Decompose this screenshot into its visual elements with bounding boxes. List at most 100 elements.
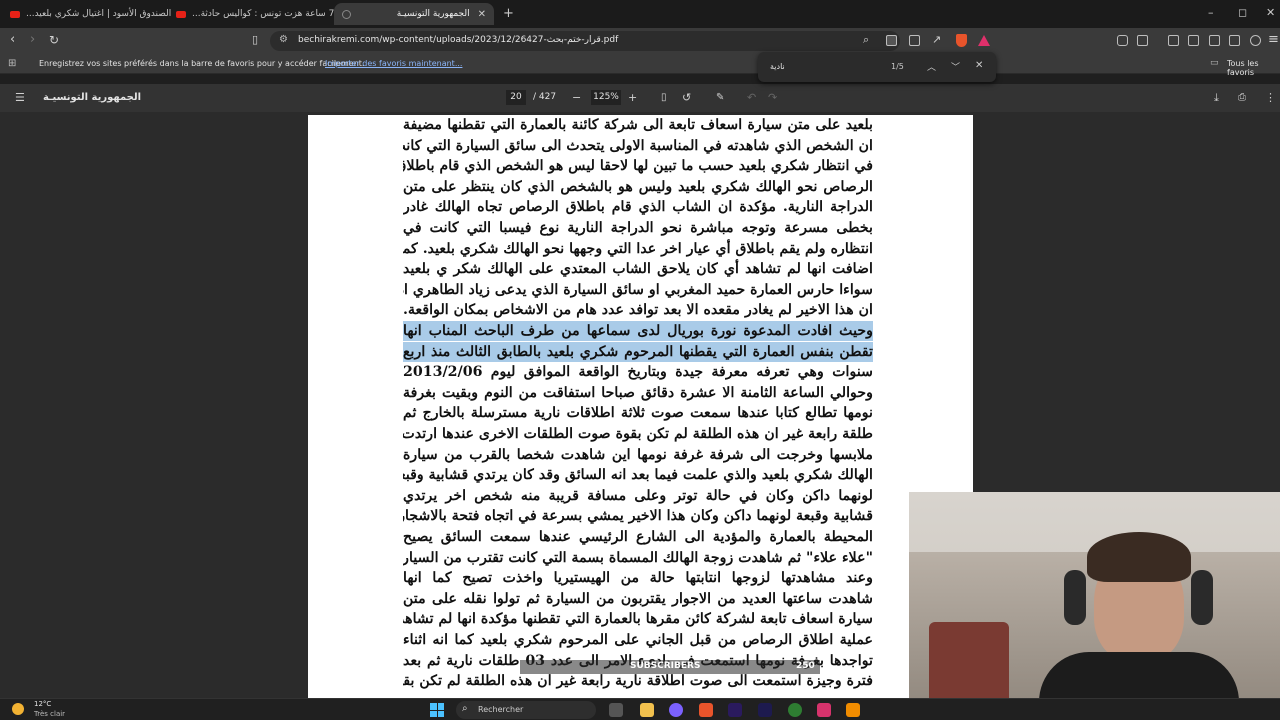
page-icon[interactable] [909, 35, 920, 46]
find-result-count: 1/5 [891, 62, 904, 71]
zoom-in-icon[interactable]: + [628, 91, 637, 105]
webcam-overlay [909, 492, 1280, 720]
apps-grid-icon[interactable]: ⊞ [8, 58, 16, 69]
pdf-text-line: "علاء علاء" ثم شاهدت زوجة الهالك المسماة… [403, 549, 873, 566]
zoom-input[interactable]: 125% [591, 90, 621, 105]
reload-icon[interactable]: ↻ [49, 33, 59, 47]
pdf-text-line: سنوات وهي تعرفه معرفة جيدة وبتاريخ الواق… [403, 364, 873, 381]
hair-shape [1087, 532, 1191, 582]
new-tab-button[interactable]: + [503, 6, 514, 21]
close-window-button[interactable]: ✕ [1266, 6, 1275, 19]
premiere-icon[interactable] [728, 703, 742, 717]
pdf-text-line: فترة وجيزة استمعت الى صوت اطلاقة نارية ر… [403, 673, 873, 690]
zoom-icon[interactable]: ⌕ [863, 33, 869, 47]
pdf-text-line: شاهدت ساعتها العديد من الاجوار يقتربون م… [403, 590, 873, 607]
tab-youtube-72-hours[interactable]: (2) 72 ساعة هزت تونس : كواليس حادثة... [168, 3, 336, 25]
pdf-text-line: الهالك شكري بلعيد والذي علمت فيما بعد ان… [403, 467, 873, 484]
pdf-text-line: انتظاره ولم يقم باطلاق أي عيار اخر عدا ا… [403, 240, 873, 257]
tab-active-pdf[interactable]: الجمهورية التونسيـة ✕ [334, 3, 494, 25]
print-icon[interactable]: ⎙ [1238, 91, 1246, 105]
find-close-icon[interactable]: ✕ [975, 60, 983, 71]
undo-icon[interactable]: ↶ [747, 91, 756, 105]
find-previous-icon[interactable]: ︿ [927, 60, 936, 73]
vlc-icon[interactable] [846, 703, 860, 717]
menu-icon[interactable]: ≡ [1268, 33, 1279, 47]
more-options-icon[interactable]: ⋮ [1265, 91, 1276, 105]
pdf-toolbar: ☰ الجمهورية التونسيـة 20 / 427 − 125% + … [0, 84, 1280, 112]
pdf-text-line: سيارة اسعاف تابعة لشركة كائن مقرها بالعم… [403, 611, 873, 628]
pdf-text-line: لونهما داكن وكان في حالة توتر وعلى مسافة… [403, 487, 873, 504]
youtube-icon [10, 10, 20, 18]
brave-shield-icon[interactable] [956, 34, 967, 47]
brave-icon[interactable] [699, 703, 713, 717]
tab-search-icon[interactable] [1209, 35, 1220, 46]
pdf-menu-icon[interactable]: ☰ [15, 91, 25, 105]
search-icon: ⌕ [462, 703, 468, 714]
close-tab-icon[interactable]: ✕ [478, 9, 486, 20]
weather-desc: Très clair [34, 710, 66, 718]
annotate-icon[interactable]: ✎ [716, 91, 724, 105]
subscribers-count: 250 [796, 661, 815, 671]
find-input[interactable]: نادية [770, 62, 785, 71]
bookmarks-icon[interactable] [1168, 35, 1179, 46]
vpn-icon[interactable] [1250, 35, 1261, 46]
sidebar-icon[interactable] [1188, 35, 1199, 46]
pdf-text-line: ان الشخص الذي شاهدته في المناسبة الاولى … [403, 137, 873, 154]
weather-icon[interactable] [12, 703, 24, 715]
taskbar-search[interactable]: ⌕ Rechercher [456, 701, 596, 719]
bookmarks-bar: ⊞ Enregistrez vos sites préférés dans la… [0, 54, 1280, 77]
find-next-icon[interactable]: ﹀ [951, 60, 960, 73]
pdf-text-line: تقطن بنفس العمارة التي يقطنها المرحوم شك… [403, 341, 873, 362]
pdf-page: بلعيد على متن سيارة اسعاف تابعة الى شركة… [308, 115, 973, 705]
all-favorites-button[interactable]: Tous les favoris [1227, 59, 1280, 77]
pdf-text-line: المحيطة بالعمارة والمؤدية الى الشارع الر… [403, 529, 873, 545]
pdf-text-line: قشابية وقبعة لونهما داكن وكان هذا الاخير… [403, 508, 873, 525]
pdf-text-line: في انتظار شكري بلعيد حسب ما تبين لها لاح… [403, 158, 873, 175]
youtube-icon [176, 10, 186, 18]
file-explorer-icon[interactable] [640, 703, 654, 717]
page-number-input[interactable]: 20 [506, 90, 526, 105]
import-bookmarks-link[interactable]: Importer des favoris maintenant... [325, 59, 462, 68]
after-effects-icon[interactable] [758, 703, 772, 717]
leo-icon[interactable] [1229, 35, 1240, 46]
forward-icon[interactable]: › [30, 33, 35, 47]
tab-label: (2) 72 ساعة هزت تونس : كواليس حادثة... [192, 9, 336, 19]
redo-icon[interactable]: ↷ [768, 91, 777, 105]
extensions-icon[interactable] [1117, 35, 1128, 46]
bookmark-icon[interactable]: ▯ [252, 33, 258, 47]
site-info-icon[interactable]: ⚙ [279, 34, 288, 45]
start-icon[interactable] [430, 703, 444, 717]
instagram-icon[interactable] [817, 703, 831, 717]
fit-page-icon[interactable]: ▯ [661, 91, 667, 105]
download-icon[interactable]: ⤓ [1214, 91, 1219, 105]
find-bar: نادية 1/5 ︿ ﹀ ✕ [758, 52, 996, 82]
rotate-icon[interactable]: ↺ [682, 91, 691, 105]
taskbar: 12°C Très clair ⌕ Rechercher [0, 698, 1280, 720]
pdf-text-line: ملابسها وخرجت الى شرفة غرفة نومها اين شا… [403, 446, 873, 463]
reader-view-icon[interactable] [886, 35, 897, 46]
bookmarks-message: Enregistrez vos sites préférés dans la b… [39, 59, 365, 68]
minimize-button[interactable]: – [1208, 6, 1214, 19]
back-icon[interactable]: ‹ [10, 33, 15, 47]
headphone-left-shape [1064, 570, 1086, 625]
chrome-icon[interactable] [788, 703, 802, 717]
pdf-text-line: سواءا حارس العمارة حميد المغربي او سائق … [403, 281, 873, 298]
wallet-icon[interactable] [1137, 35, 1148, 46]
pdf-text-line: نومها تطالع كتابا عندها سمعت صوت ثلاثة ا… [403, 405, 873, 422]
tab-youtube-black-box[interactable]: الصندوق الأسود | اغتيال شكري بلعيد... [2, 3, 174, 25]
maximize-button[interactable]: ◻ [1238, 6, 1247, 19]
share-icon[interactable]: ↗ [932, 33, 941, 47]
task-view-icon[interactable] [609, 703, 623, 717]
pdf-text-line: بخطى مسرعة وتوجه مباشرة نحو الدراجة النا… [403, 220, 873, 236]
address-bar[interactable]: ⚙ bechirakremi.com/wp-content/uploads/20… [270, 31, 900, 51]
tab-strip: الصندوق الأسود | اغتيال شكري بلعيد... (2… [0, 0, 1280, 28]
zoom-out-icon[interactable]: − [572, 91, 581, 105]
discord-icon[interactable] [669, 703, 683, 717]
pdf-text-line: عملية اطلاق الرصاص من قبل الجاني على الم… [403, 632, 873, 648]
subscribers-overlay: SUBSCRIBERS 250 [520, 660, 820, 674]
subscribers-label: SUBSCRIBERS [630, 661, 701, 671]
globe-icon [342, 9, 351, 19]
folder-icon: ▭ [1210, 58, 1219, 68]
headphone-right-shape [1191, 570, 1213, 625]
brave-rewards-icon[interactable] [978, 35, 990, 46]
